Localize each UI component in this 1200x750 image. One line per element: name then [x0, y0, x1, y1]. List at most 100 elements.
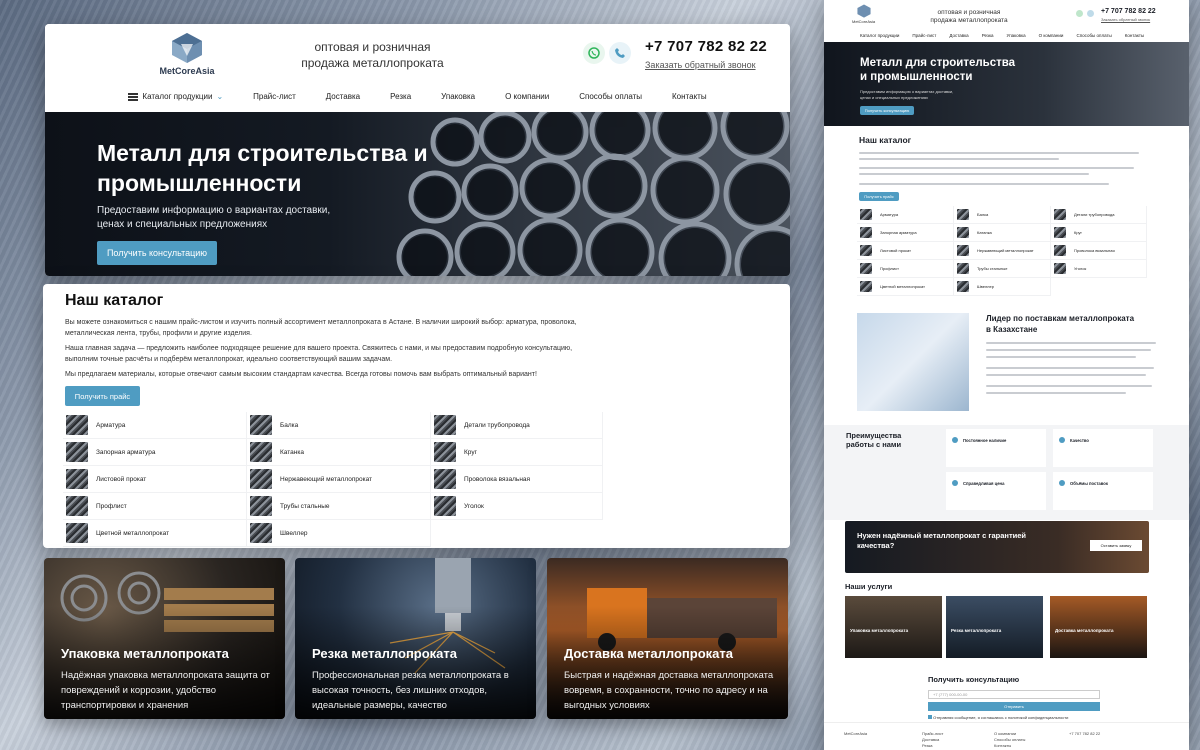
mini-consult-button[interactable]: Получить консультацию [860, 106, 914, 115]
nav-about[interactable]: О компании [490, 92, 564, 101]
tagline: оптовая и розничная продажа металлопрока… [301, 40, 444, 70]
main-window: MetCoreAsia оптовая и розничная продажа … [45, 24, 790, 276]
mini-catalog-item[interactable]: Цветной металлопрокат [857, 278, 954, 296]
mini-catalog-item[interactable]: Круг [1051, 224, 1147, 242]
catalog-item-armatura[interactable]: Арматура [63, 412, 247, 439]
pipes-image [396, 112, 790, 276]
logo-icon [857, 4, 871, 18]
catalog-title: Наш каталог [65, 292, 164, 309]
catalog-item-sheet[interactable]: Листовой прокат [63, 466, 247, 493]
mini-adv-title: Преимущества работы с нами [846, 431, 902, 449]
catalog-item-balka[interactable]: Балка [247, 412, 431, 439]
send-button[interactable]: Отправить [928, 702, 1100, 711]
mini-services-title: Наши услуги [845, 582, 893, 591]
full-page-preview: MetCoreAsia оптовая и розничная продажа … [824, 0, 1189, 750]
mini-nav: Каталог продукции Прайс-лист Доставка Ре… [860, 33, 1144, 38]
mini-nav-item[interactable]: Контакты [1125, 33, 1144, 38]
mini-nav-item[interactable]: Прайс-лист [912, 33, 936, 38]
wire-rod-thumbnail [250, 442, 272, 462]
phone-icon[interactable] [1087, 10, 1094, 17]
catalog-section: Наш каталог Вы можете ознакомиться с наш… [43, 284, 790, 548]
catalog-text-3: Мы предлагаем материалы, которые отвечаю… [65, 371, 537, 378]
mini-catalog-item[interactable]: Катанка [954, 224, 1051, 242]
mini-nav-item[interactable]: Способы оплаты [1076, 33, 1111, 38]
mini-logo[interactable]: MetCoreAsia [852, 4, 875, 24]
service-title: Упаковка металлопроката [61, 646, 229, 661]
round-bar-thumbnail [434, 442, 456, 462]
logo[interactable]: MetCoreAsia [155, 32, 219, 76]
mini-catalog-item[interactable]: Запорная арматура [857, 224, 954, 242]
callback-link[interactable]: Заказать обратный звонок [645, 60, 756, 70]
footer-col-1: Прайс-лист Доставка Резка [922, 731, 944, 748]
mini-nav-item[interactable]: Доставка [949, 33, 968, 38]
catalog-item-channel[interactable]: Швеллер [247, 520, 431, 547]
phone-icon[interactable] [609, 42, 631, 64]
service-card-packing[interactable]: Упаковка металлопроката Надёжная упаковк… [44, 558, 285, 719]
catalog-item-valves[interactable]: Запорная арматура [63, 439, 247, 466]
mini-catalog-item[interactable]: Арматура [857, 206, 954, 224]
footer-phone[interactable]: +7 707 782 82 22 [1069, 731, 1100, 737]
mini-catalog-item[interactable]: Нержавеющий металлопрокат [954, 242, 1051, 260]
logo-icon [172, 33, 202, 63]
nav-contacts[interactable]: Контакты [657, 92, 722, 101]
catalog-item-angle[interactable]: Уголок [431, 493, 603, 520]
adv-box: Постоянное наличие [946, 429, 1046, 467]
mini-service-card[interactable]: Резка металлопроката [946, 596, 1043, 658]
consent-checkbox[interactable]: Отправляя сообщение, я соглашаюсь с поли… [928, 715, 1068, 720]
mini-lead-image [857, 313, 969, 411]
adv-box: Качество [1053, 429, 1153, 467]
whatsapp-icon[interactable] [583, 42, 605, 64]
mini-consult-title: Получить консультацию [928, 675, 1020, 684]
tie-wire-thumbnail [434, 469, 456, 489]
catalog-item-tie-wire[interactable]: Проволока вязальная [431, 466, 603, 493]
phone-number[interactable]: +7 707 782 82 22 [645, 38, 767, 55]
service-text: Быстрая и надёжная доставка металлопрока… [564, 670, 774, 711]
mini-service-card[interactable]: Доставка металлопроката [1050, 596, 1147, 658]
mini-callback[interactable]: Заказать обратный звонок [1101, 17, 1150, 22]
service-card-cutting[interactable]: Резка металлопроката Профессиональная ре… [295, 558, 536, 719]
phone-input[interactable]: +7 (777) 000-00-00 [928, 690, 1100, 699]
catalog-item-profnastil[interactable]: Профлист [63, 493, 247, 520]
mini-catalog-item[interactable]: Профлист [857, 260, 954, 278]
mini-catalog-item[interactable]: Листовой прокат [857, 242, 954, 260]
get-price-button[interactable]: Получить прайс [65, 386, 140, 406]
mini-nav-item[interactable]: Упаковка [1007, 33, 1026, 38]
mini-nav-item[interactable]: Каталог продукции [860, 33, 899, 38]
catalog-item-nonferrous[interactable]: Цветной металлопрокат [63, 520, 247, 547]
mini-phone[interactable]: +7 707 782 82 22 [1101, 8, 1156, 15]
valve-thumbnail [66, 442, 88, 462]
nav-payment[interactable]: Способы оплаты [564, 92, 657, 101]
service-card-delivery[interactable]: Доставка металлопроката Быстрая и надёжн… [547, 558, 788, 719]
mini-catalog-item[interactable]: Детали трубопровода [1051, 206, 1147, 224]
nav-packing[interactable]: Упаковка [426, 92, 490, 101]
catalog-item-round[interactable]: Круг [431, 439, 603, 466]
mini-price-button[interactable]: Получить прайс [859, 192, 899, 201]
nav-catalog[interactable]: Каталог продукции ⌄ [113, 92, 238, 101]
site-header: MetCoreAsia оптовая и розничная продажа … [45, 24, 790, 112]
mini-nav-item[interactable]: Резка [982, 33, 994, 38]
mini-hero: Металл для строительства и промышленност… [824, 42, 1189, 126]
catalog-item-wire-rod[interactable]: Катанка [247, 439, 431, 466]
nav-cutting[interactable]: Резка [375, 92, 426, 101]
nav-price[interactable]: Прайс-лист [238, 92, 311, 101]
angle-thumbnail [434, 496, 456, 516]
mini-cta-banner: Нужен надёжный металлопрокат с гарантией… [845, 521, 1149, 573]
service-text: Надёжная упаковка металлопроката защита … [61, 670, 270, 711]
consultation-button[interactable]: Получить консультацию [97, 241, 217, 265]
nav-delivery[interactable]: Доставка [311, 92, 375, 101]
request-button[interactable]: Оставить заявку [1090, 540, 1142, 551]
catalog-text-1: Вы можете ознакомиться с нашим прайс-лис… [65, 319, 577, 337]
rebar-thumbnail [66, 415, 88, 435]
adv-box: Справедливая цена [946, 472, 1046, 510]
mini-catalog-item[interactable]: Балка [954, 206, 1051, 224]
mini-catalog-item[interactable]: Трубы стальные [954, 260, 1051, 278]
mini-catalog-item[interactable]: Уголок [1051, 260, 1147, 278]
catalog-item-steel-pipes[interactable]: Трубы стальные [247, 493, 431, 520]
catalog-item-pipeline-parts[interactable]: Детали трубопровода [431, 412, 603, 439]
whatsapp-icon[interactable] [1076, 10, 1083, 17]
mini-catalog-item[interactable]: Проволока вязальная [1051, 242, 1147, 260]
mini-service-card[interactable]: Упаковка металлопроката [845, 596, 942, 658]
catalog-item-stainless[interactable]: Нержавеющий металлопрокат [247, 466, 431, 493]
mini-nav-item[interactable]: О компании [1039, 33, 1064, 38]
mini-catalog-item[interactable]: Швеллер [954, 278, 1051, 296]
